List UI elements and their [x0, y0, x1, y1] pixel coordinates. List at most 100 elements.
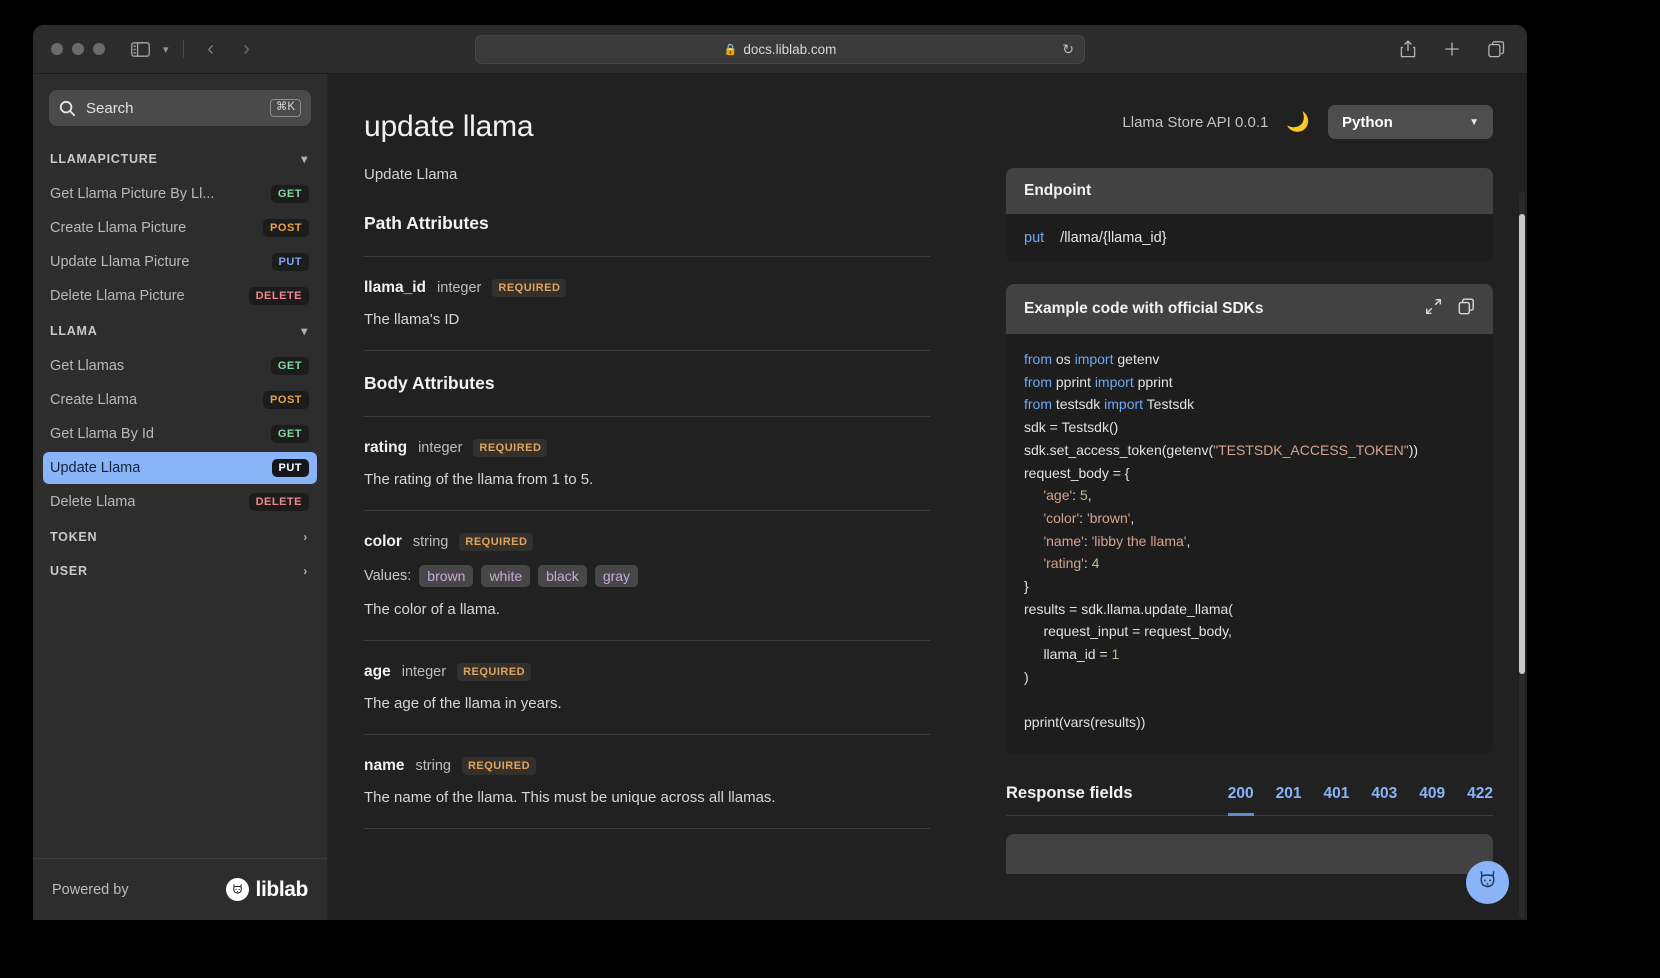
tab-overview-button[interactable]: [1483, 36, 1509, 62]
endpoint-panel: Endpoint put /llama/{llama_id}: [1006, 168, 1493, 262]
llama-avatar-icon: [226, 878, 249, 901]
attribute-description: The name of the llama. This must be uniq…: [364, 789, 978, 806]
endpoint-panel-title: Endpoint: [1024, 182, 1091, 200]
reference-column: Llama Store API 0.0.1 🌙 Python ▼ Endpoin…: [978, 74, 1527, 920]
method-badge: DELETE: [249, 493, 309, 511]
sidebar-item-update-llama[interactable]: Update Llama PUT: [43, 452, 317, 484]
divider: [364, 256, 930, 257]
group-title: USER: [50, 564, 88, 578]
copy-icon[interactable]: [1458, 298, 1475, 320]
attribute-type: string: [413, 534, 448, 550]
attribute-name: color: [364, 533, 402, 551]
sidebar-item-delete-llama-picture[interactable]: Delete Llama Picture DELETE: [43, 280, 317, 312]
divider: [364, 734, 930, 735]
response-fields-section: Response fields 200 201 401 403 409 422: [1006, 784, 1493, 874]
sidebar-item-get-llama-picture[interactable]: Get Llama Picture By Ll... GET: [43, 178, 317, 210]
tab-422[interactable]: 422: [1467, 785, 1493, 816]
sidebar-item-create-llama-picture[interactable]: Create Llama Picture POST: [43, 212, 317, 244]
content-scrollbar[interactable]: [1519, 192, 1525, 918]
chevron-down-icon[interactable]: ▾: [163, 43, 169, 56]
chevron-right-icon: ›: [303, 530, 308, 544]
back-button[interactable]: ‹: [198, 36, 224, 62]
liblab-wordmark: liblab: [256, 878, 308, 902]
browser-titlebar: ▾ ‹ › 🔒 docs.liblab.com ↻: [33, 25, 1527, 74]
llama-assistant-button[interactable]: [1466, 861, 1509, 904]
sidebar-item-create-llama[interactable]: Create Llama POST: [43, 384, 317, 416]
tab-401[interactable]: 401: [1324, 785, 1350, 816]
close-window-button[interactable]: [51, 43, 63, 55]
attribute-rating: rating integer REQUIRED The rating of th…: [364, 439, 978, 488]
liblab-logo[interactable]: liblab: [226, 878, 308, 902]
attribute-type: integer: [437, 280, 481, 296]
attribute-name: rating: [364, 439, 407, 457]
chevron-right-icon: ›: [303, 564, 308, 578]
sidebar-group-user[interactable]: USER ›: [33, 554, 327, 588]
language-select[interactable]: Python ▼: [1328, 105, 1493, 139]
sidebar-item-label: Delete Llama Picture: [50, 288, 185, 304]
window-controls[interactable]: [51, 43, 105, 55]
language-value: Python: [1342, 114, 1393, 131]
address-bar[interactable]: 🔒 docs.liblab.com ↻: [475, 35, 1085, 64]
share-icon[interactable]: [1395, 36, 1421, 62]
response-fields-title: Response fields: [1006, 784, 1133, 815]
response-status-tabs: 200 201 401 403 409 422: [1228, 785, 1493, 815]
method-badge: POST: [263, 219, 309, 237]
sidebar-footer: Powered by liblab: [33, 858, 327, 920]
tab-201[interactable]: 201: [1276, 785, 1302, 816]
sidebar-toggle-icon[interactable]: [127, 36, 153, 62]
endpoint-panel-body: put /llama/{llama_id}: [1006, 214, 1493, 262]
attribute-description: The rating of the llama from 1 to 5.: [364, 471, 978, 488]
code-block[interactable]: from os import getenv from pprint import…: [1006, 334, 1493, 754]
sidebar-item-update-llama-picture[interactable]: Update Llama Picture PUT: [43, 246, 317, 278]
new-tab-button[interactable]: [1439, 36, 1465, 62]
sidebar-item-label: Get Llamas: [50, 358, 124, 374]
divider: [364, 416, 930, 417]
llama-avatar-icon: [1475, 868, 1500, 898]
powered-by-label: Powered by: [52, 882, 129, 898]
scrollbar-thumb[interactable]: [1519, 214, 1525, 674]
divider: [364, 640, 930, 641]
enum-value-chip: black: [538, 565, 587, 587]
sidebar-item-get-llama-by-id[interactable]: Get Llama By Id GET: [43, 418, 317, 450]
sidebar-group-token[interactable]: TOKEN ›: [33, 520, 327, 554]
enum-value-chip: white: [481, 565, 530, 587]
attribute-type: integer: [418, 440, 462, 456]
minimize-window-button[interactable]: [72, 43, 84, 55]
required-badge: REQUIRED: [473, 439, 547, 457]
attribute-type: string: [416, 758, 451, 774]
enum-value-chip: brown: [419, 565, 473, 587]
forward-button[interactable]: ›: [234, 36, 260, 62]
moon-icon[interactable]: 🌙: [1286, 113, 1310, 132]
sidebar-item-label: Update Llama: [50, 460, 140, 476]
reload-icon[interactable]: ↻: [1062, 41, 1074, 58]
attribute-name: name: [364, 757, 405, 775]
search-placeholder: Search: [86, 100, 260, 117]
sidebar-item-label: Update Llama Picture: [50, 254, 189, 270]
url-text: docs.liblab.com: [743, 42, 836, 57]
tab-409[interactable]: 409: [1419, 785, 1445, 816]
sidebar-group-llama[interactable]: LLAMA ▾: [33, 314, 327, 348]
code-panel-title: Example code with official SDKs: [1024, 300, 1263, 318]
required-badge: REQUIRED: [462, 757, 536, 775]
sidebar-item-delete-llama[interactable]: Delete Llama DELETE: [43, 486, 317, 518]
search-input[interactable]: Search ⌘K: [49, 90, 311, 126]
search-icon: [59, 100, 76, 117]
chevron-down-icon: ▾: [301, 324, 308, 338]
sidebar-item-get-llamas[interactable]: Get Llamas GET: [43, 350, 317, 382]
expand-icon[interactable]: [1425, 298, 1442, 320]
code-example-panel: Example code with official SDKs: [1006, 284, 1493, 754]
tab-200[interactable]: 200: [1228, 785, 1254, 816]
method-badge: PUT: [272, 459, 310, 477]
code-panel-header: Example code with official SDKs: [1006, 284, 1493, 334]
endpoint-method: put: [1024, 230, 1044, 246]
maximize-window-button[interactable]: [93, 43, 105, 55]
left-sidebar: Search ⌘K LLAMAPICTURE ▾ Get Llama Pictu…: [33, 74, 328, 920]
sidebar-group-llamapicture[interactable]: LLAMAPICTURE ▾: [33, 142, 327, 176]
enum-values: Values: brown white black gray: [364, 565, 978, 587]
sidebar-item-label: Get Llama By Id: [50, 426, 154, 442]
caret-down-icon: ▼: [1469, 117, 1479, 128]
group-title: LLAMA: [50, 324, 98, 338]
enum-value-chip: gray: [595, 565, 638, 587]
method-badge: POST: [263, 391, 309, 409]
tab-403[interactable]: 403: [1371, 785, 1397, 816]
